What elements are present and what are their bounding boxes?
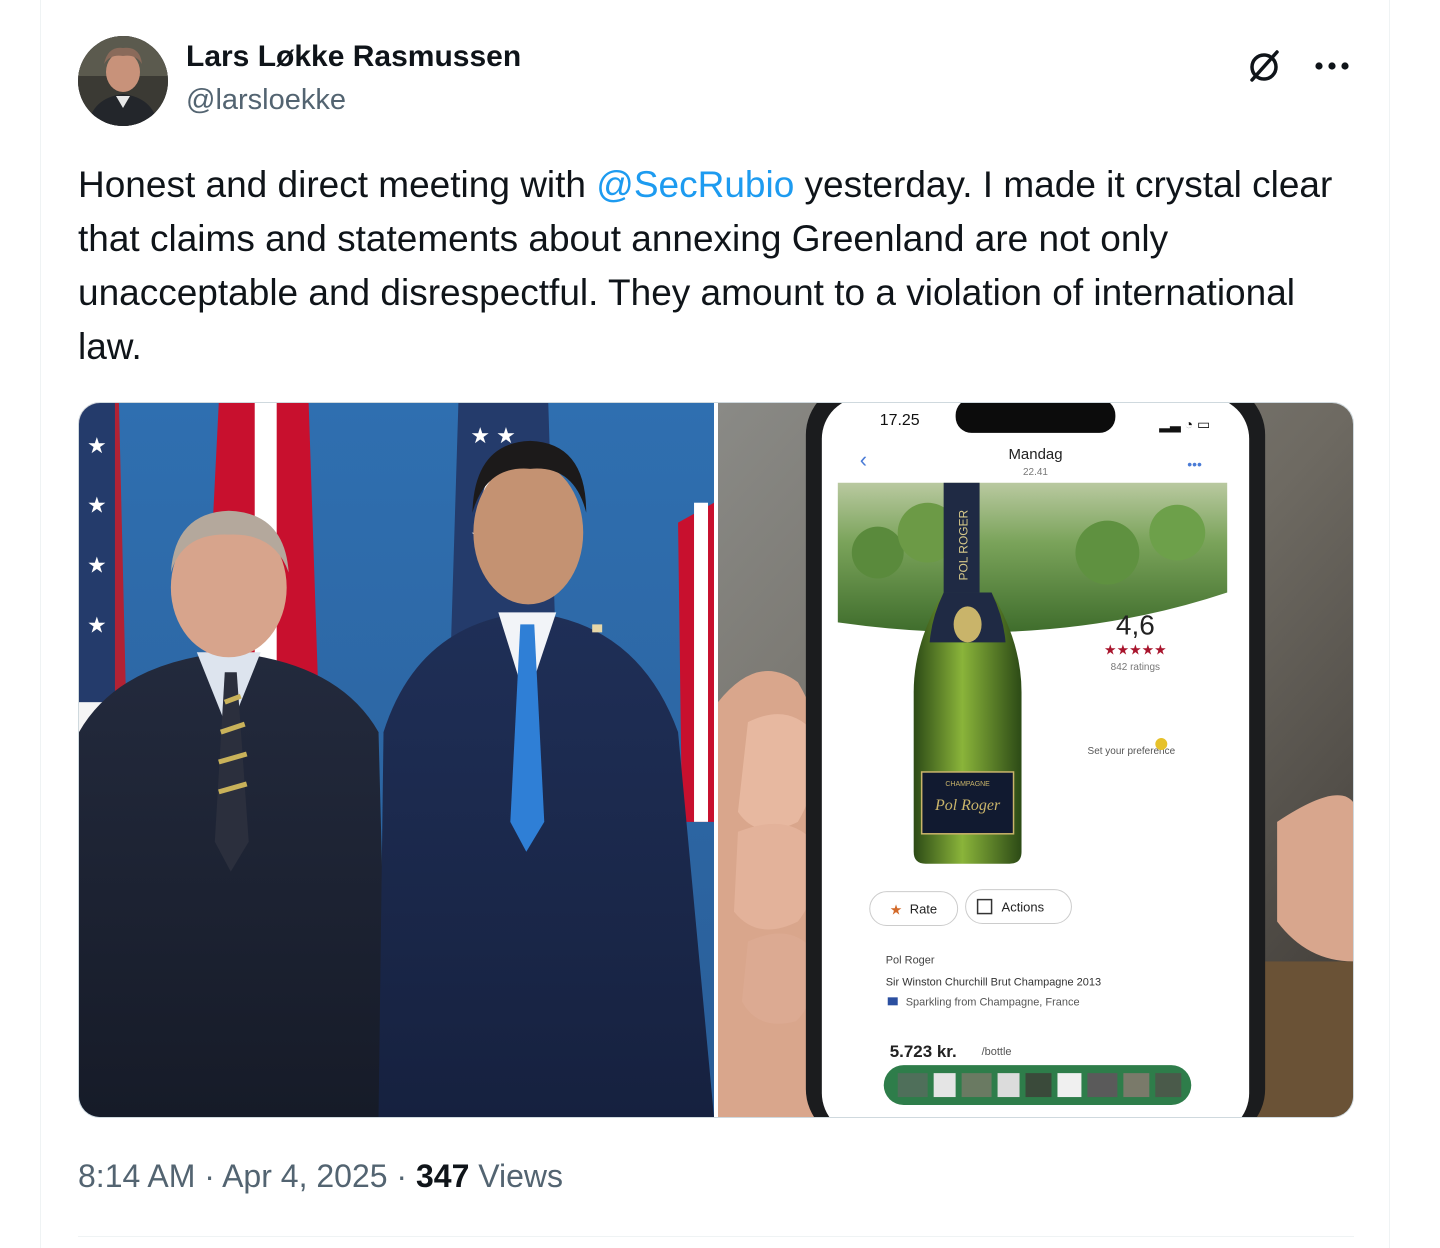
phone-header-title: Mandag [1008, 446, 1062, 463]
bottle-label-small: CHAMPAGNE [945, 781, 990, 788]
avatar[interactable] [78, 36, 168, 126]
phone-time: 17.25 [880, 412, 920, 429]
phone-price-unit: /bottle [982, 1046, 1012, 1058]
rate-star-icon: ★ [890, 903, 903, 919]
photo-icon: 17.25 ▂▃ ◔ ▭ ‹ Mandag 22.41 ••• POL ROGE… [718, 403, 1353, 1117]
photo-icon: ★ ★ ★ ★ ★ ★ ★ ★ ★ ★ [79, 403, 714, 1117]
author-handle[interactable]: @larsloekke [186, 84, 346, 117]
avatar-image [78, 36, 168, 126]
views-label: Views [469, 1158, 564, 1194]
meta-separator: · [195, 1158, 223, 1194]
phone-rate-button[interactable]: Rate [910, 902, 937, 917]
divider [78, 1236, 1354, 1237]
grok-button[interactable] [1240, 44, 1288, 88]
phone-winery: Pol Roger [886, 954, 935, 966]
media-grid: ★ ★ ★ ★ ★ ★ ★ ★ ★ ★ [78, 402, 1354, 1118]
more-options-button[interactable] [1308, 44, 1356, 88]
phone-header-sub: 22.41 [1023, 467, 1048, 478]
tweet-time[interactable]: 8:14 AM [78, 1158, 195, 1194]
meta-separator: · [387, 1158, 416, 1194]
svg-text:★: ★ [87, 553, 107, 578]
more-icon [1315, 62, 1349, 70]
phone-price: 5.723 kr. [890, 1042, 957, 1061]
svg-text:★: ★ [87, 612, 107, 637]
phone-ratings-count: 842 ratings [1111, 662, 1160, 673]
phone-region: Sparkling from Champagne, France [906, 996, 1080, 1008]
back-chevron-icon[interactable]: ‹ [860, 447, 867, 472]
svg-text:★ ★: ★ ★ [470, 423, 515, 448]
tweet-text-start: Honest and direct meeting with [78, 164, 597, 205]
photo-meeting[interactable]: ★ ★ ★ ★ ★ ★ ★ ★ ★ ★ [79, 403, 714, 1117]
phone-stars: ★★★★★ [1104, 642, 1167, 658]
photo-phone-screen[interactable]: 17.25 ▂▃ ◔ ▭ ‹ Mandag 22.41 ••• POL ROGE… [718, 403, 1353, 1117]
svg-text:•••: ••• [1187, 456, 1202, 472]
grok-icon [1250, 50, 1279, 82]
views-count[interactable]: 347 [416, 1158, 469, 1194]
tweet-meta: 8:14 AM · Apr 4, 2025 · 347 Views [78, 1158, 563, 1195]
phone-rating: 4,6 [1116, 609, 1155, 640]
svg-text:★: ★ [87, 433, 107, 458]
bottle-label: Pol Roger [934, 797, 1001, 814]
svg-text:★: ★ [87, 493, 107, 518]
phone-actions-button[interactable]: Actions [1002, 900, 1045, 915]
phone-wine-name: Sir Winston Churchill Brut Champagne 201… [886, 976, 1101, 988]
mention-link[interactable]: @SecRubio [596, 164, 794, 205]
author-name[interactable]: Lars Løkke Rasmussen [186, 40, 521, 74]
tweet-text: Honest and direct meeting with @SecRubio… [78, 158, 1368, 374]
svg-text:▂▃ ◔ ▭: ▂▃ ◔ ▭ [1158, 416, 1210, 433]
bottle-neck-text: POL ROGER [957, 509, 971, 580]
tweet-date[interactable]: Apr 4, 2025 [222, 1158, 387, 1194]
